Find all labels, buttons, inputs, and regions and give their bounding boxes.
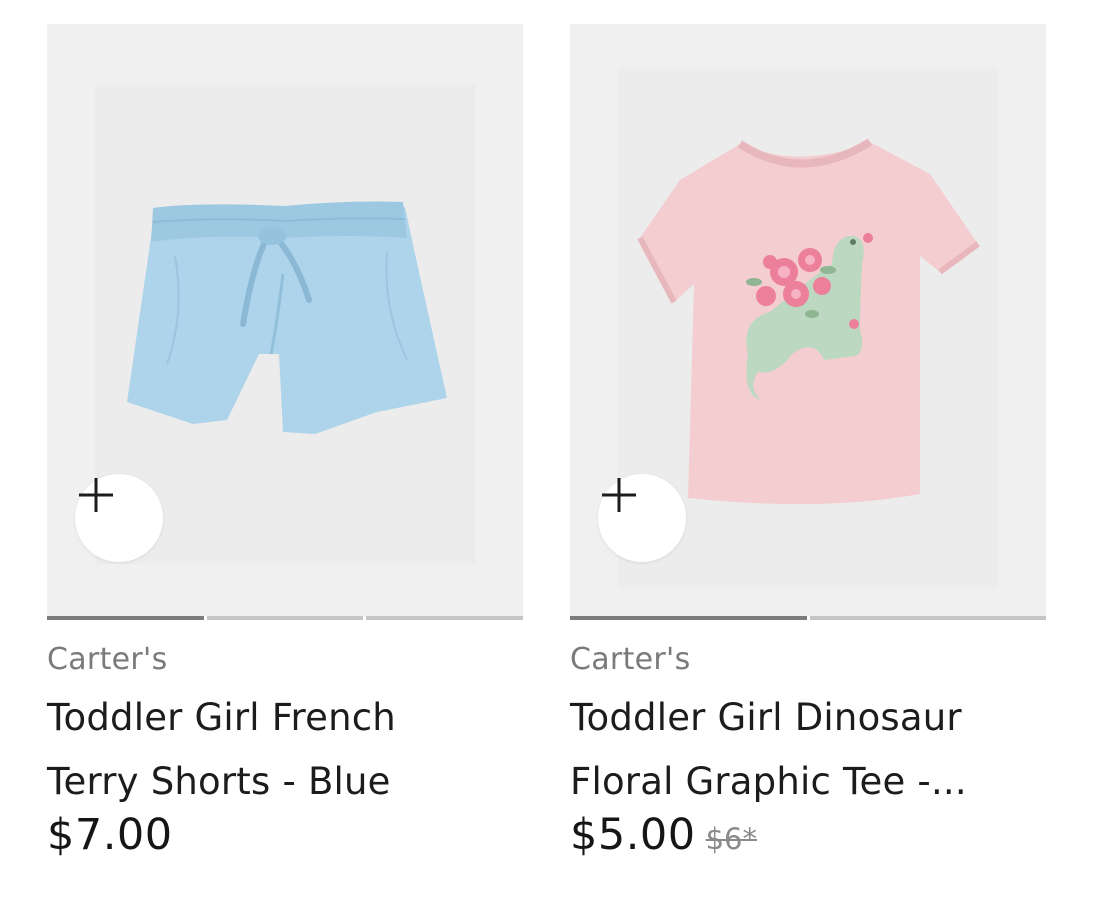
carousel-segment[interactable] (570, 616, 807, 620)
image-carousel-indicator (570, 616, 1046, 620)
product-card[interactable]: Carter's Toddler Girl Dinosaur Floral Gr… (570, 24, 1046, 884)
product-image-panel[interactable] (47, 24, 523, 616)
product-brand: Carter's (570, 642, 691, 677)
image-carousel-indicator (47, 616, 524, 620)
add-to-cart-button[interactable] (75, 474, 163, 562)
product-price: $5.00 (570, 810, 696, 860)
product-card[interactable]: Carter's Toddler Girl French Terry Short… (47, 24, 524, 884)
product-title-line-2[interactable]: Floral Graphic Tee -... (570, 760, 967, 803)
original-price: $6* (705, 822, 758, 856)
product-title-line-1[interactable]: Toddler Girl Dinosaur (570, 696, 962, 739)
product-price: $7.00 (47, 810, 173, 860)
carousel-segment[interactable] (366, 616, 524, 620)
carousel-segment[interactable] (47, 616, 204, 620)
carousel-segment[interactable] (206, 616, 364, 620)
plus-icon (79, 478, 113, 512)
product-brand: Carter's (47, 642, 168, 677)
price-row: $7.00 (47, 810, 173, 860)
add-to-cart-button[interactable] (598, 474, 686, 562)
product-title-line-2[interactable]: Terry Shorts - Blue (47, 760, 391, 803)
product-image-panel[interactable] (570, 24, 1046, 616)
plus-icon (602, 478, 636, 512)
carousel-segment[interactable] (809, 616, 1046, 620)
price-row: $5.00 $6* (570, 810, 757, 860)
product-title-line-1[interactable]: Toddler Girl French (47, 696, 396, 739)
